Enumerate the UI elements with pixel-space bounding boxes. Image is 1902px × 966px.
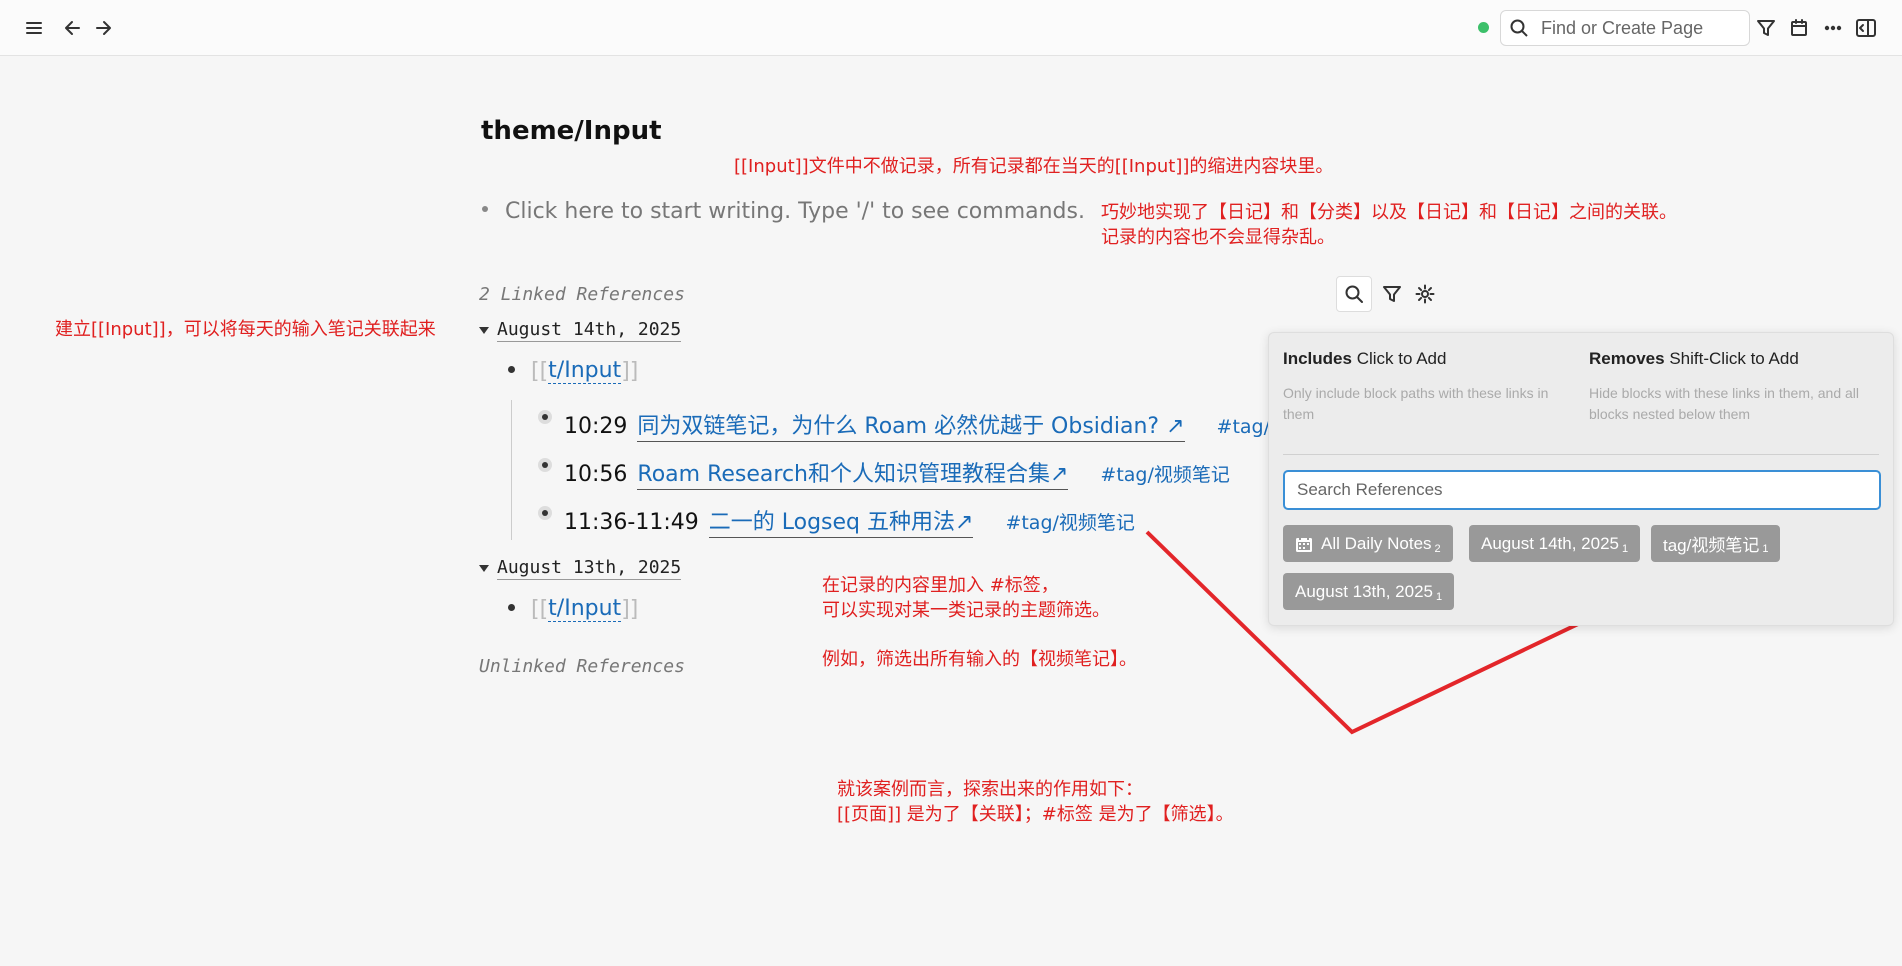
removes-hint: Shift-Click to Add: [1669, 349, 1799, 368]
block-bullet[interactable]: [508, 366, 515, 373]
reference-filter-button[interactable]: [1374, 276, 1410, 312]
date-link[interactable]: August 13th, 2025: [497, 557, 682, 580]
entry-link[interactable]: 同为双链笔记，为什么 Roam 必然优越于 Obsidian? ↗: [637, 408, 1185, 442]
page-ref-link[interactable]: t/Input: [548, 358, 622, 384]
annotation-mid-note-3: 例如，筛选出所有输入的【视频笔记】。: [822, 649, 1137, 670]
chip-count: 2: [1434, 542, 1441, 555]
page-ref-block: [[ t/Input ]]: [531, 596, 638, 622]
thread-line[interactable]: [511, 400, 512, 540]
filter-icon[interactable]: [1752, 14, 1780, 42]
annotation-left-note: 建立[[Input]]，可以将每天的输入笔记关联起来: [55, 319, 436, 340]
entry-link[interactable]: Roam Research和个人知识管理教程合集↗: [637, 456, 1069, 490]
more-icon[interactable]: [1819, 14, 1847, 42]
linked-references-heading[interactable]: 2 Linked References: [479, 284, 685, 305]
entry-time: 10:29: [564, 414, 628, 439]
chip-label: All Daily Notes: [1321, 533, 1432, 553]
chip-count: 1: [1436, 590, 1443, 603]
gear-icon: [1415, 284, 1435, 304]
reference-filter-panel: Includes Click to Add Only include block…: [1268, 332, 1894, 626]
chip-label: August 13th, 2025: [1295, 581, 1434, 601]
chip-count: 1: [1622, 542, 1629, 555]
ref-entry: 10:29 同为双链笔记，为什么 Roam 必然优越于 Obsidian? ↗ …: [564, 408, 1346, 442]
unlinked-references-heading[interactable]: Unlinked References: [479, 656, 685, 677]
collapse-triangle-icon[interactable]: [479, 327, 489, 334]
includes-description: Only include block paths with these link…: [1283, 385, 1549, 422]
page-ref-link[interactable]: t/Input: [548, 596, 622, 622]
block-bullet[interactable]: [538, 410, 552, 424]
page-title: theme/Input: [481, 116, 662, 146]
search-input[interactable]: [1539, 16, 1743, 40]
sidebar-toggle-icon[interactable]: [1852, 14, 1880, 42]
removes-title: Removes: [1589, 349, 1665, 368]
annotation-bottom-note-2: [[页面]] 是为了【关联】；#标签 是为了【筛选】。: [837, 804, 1234, 825]
menu-icon[interactable]: [20, 14, 48, 42]
sync-status-dot: [1478, 22, 1489, 33]
empty-block-placeholder[interactable]: Click here to start writing. Type '/' to…: [505, 199, 1085, 224]
top-bar: [0, 0, 1902, 56]
filter-icon: [1383, 286, 1401, 302]
forward-arrow-icon[interactable]: [89, 14, 117, 42]
entry-link[interactable]: 二一的 Logseq 五种用法↗: [708, 504, 974, 538]
removes-description: Hide blocks with these links in them, an…: [1589, 385, 1860, 422]
collapse-triangle-icon[interactable]: [479, 565, 489, 572]
entry-tag[interactable]: #tag/视频笔记: [1005, 508, 1134, 535]
annotation-mid-note-2: 可以实现对某一类记录的主题筛选。: [822, 600, 1110, 621]
annotation-bottom-note-1: 就该案例而言，探索出来的作用如下：: [837, 779, 1143, 800]
calendar-icon[interactable]: [1785, 14, 1813, 42]
bracket-close: ]]: [621, 358, 639, 384]
chip-label: August 14th, 2025: [1481, 533, 1620, 553]
back-arrow-icon[interactable]: [59, 14, 87, 42]
includes-title: Includes: [1283, 349, 1352, 368]
search-icon: [1345, 285, 1363, 303]
removes-section: Removes Shift-Click to Add Hide blocks w…: [1589, 349, 1889, 425]
entry-time: 10:56: [564, 462, 628, 487]
bracket-close: ]]: [621, 596, 639, 622]
filter-chip-aug-14[interactable]: August 14th, 2025 1: [1469, 525, 1641, 562]
bracket-open: [[: [531, 596, 549, 622]
filter-chip-tag-video-notes[interactable]: tag/视频笔记 1: [1651, 525, 1781, 562]
removes-header: Removes Shift-Click to Add: [1589, 349, 1889, 369]
ref-entry: 10:56 Roam Research和个人知识管理教程合集↗ #tag/视频笔…: [564, 456, 1230, 490]
ref-group-date-2[interactable]: August 13th, 2025: [479, 557, 682, 580]
chip-label: tag/视频笔记: [1663, 536, 1760, 555]
annotation-right-note-1: 巧妙地实现了【日记】和【分类】以及【日记】和【日记】之间的关联。: [1101, 202, 1677, 223]
ref-entry: 11:36-11:49 二一的 Logseq 五种用法↗ #tag/视频笔记: [564, 504, 1135, 538]
annotation-right-note-2: 记录的内容也不会显得杂乱。: [1101, 227, 1335, 248]
annotation-top-note: [[Input]]文件中不做记录，所有记录都在当天的[[Input]]的缩进内容…: [734, 156, 1334, 177]
block-bullet[interactable]: [508, 604, 515, 611]
includes-hint: Click to Add: [1356, 349, 1447, 368]
annotation-mid-note-1: 在记录的内容里加入 #标签，: [822, 575, 1059, 596]
search-icon: [1510, 19, 1528, 37]
entry-tag[interactable]: #tag/视频笔记: [1100, 460, 1229, 487]
includes-header: Includes Click to Add: [1283, 349, 1583, 369]
date-link[interactable]: August 14th, 2025: [497, 319, 682, 342]
block-bullet[interactable]: [538, 506, 552, 520]
block-bullet: [482, 206, 488, 212]
panel-divider: [1283, 454, 1879, 455]
filter-chip-aug-13[interactable]: August 13th, 2025 1: [1283, 573, 1455, 610]
search-references-input[interactable]: [1283, 470, 1881, 510]
ref-group-date-1[interactable]: August 14th, 2025: [479, 319, 682, 342]
entry-time: 11:36-11:49: [564, 510, 699, 535]
find-or-create-search[interactable]: [1500, 10, 1750, 46]
reference-settings-button[interactable]: [1407, 276, 1443, 312]
page-ref-block: [[ t/Input ]]: [531, 358, 638, 384]
block-bullet[interactable]: [538, 458, 552, 472]
reference-search-button[interactable]: [1336, 276, 1372, 312]
includes-section: Includes Click to Add Only include block…: [1283, 349, 1583, 425]
bracket-open: [[: [531, 358, 549, 384]
chip-count: 1: [1762, 542, 1769, 555]
calendar-icon: [1296, 535, 1312, 552]
filter-chip-all-daily-notes[interactable]: All Daily Notes 2: [1283, 525, 1453, 562]
